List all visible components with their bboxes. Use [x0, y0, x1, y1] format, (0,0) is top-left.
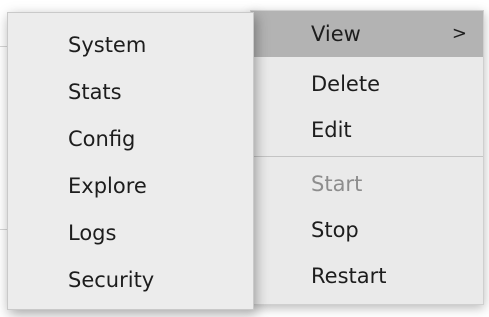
menu-item-label: Start [311, 172, 363, 196]
menu-item-restart[interactable]: Restart [251, 253, 483, 299]
menu-item-label: Edit [311, 118, 352, 142]
submenu: System Stats Config Explore Logs Securit… [7, 12, 254, 310]
menu-item-label: Config [68, 127, 136, 151]
submenu-item-stats[interactable]: Stats [8, 68, 253, 116]
chevron-right-icon: > [451, 23, 467, 44]
menu-item-label: Delete [311, 72, 380, 96]
menu-item-edit[interactable]: Edit [251, 107, 483, 153]
menu-item-label: System [68, 33, 147, 57]
menu-item-label: Security [68, 268, 155, 292]
menu-item-label: View [311, 22, 361, 46]
submenu-item-system[interactable]: System [8, 21, 253, 69]
submenu-item-config[interactable]: Config [8, 115, 253, 163]
menu-item-start: Start [251, 161, 483, 207]
submenu-item-security[interactable]: Security [8, 256, 253, 304]
menu-item-delete[interactable]: Delete [251, 61, 483, 107]
menu-item-stop[interactable]: Stop [251, 207, 483, 253]
submenu-item-explore[interactable]: Explore [8, 162, 253, 210]
submenu-item-logs[interactable]: Logs [8, 209, 253, 257]
menu-item-label: Stats [68, 80, 122, 104]
menu-item-view[interactable]: View > [251, 11, 483, 57]
menu-item-label: Explore [68, 174, 147, 198]
menu-item-label: Restart [311, 264, 387, 288]
menu-separator [251, 156, 483, 157]
context-menu: View > Delete Edit Start Stop Restart [250, 10, 484, 305]
menu-item-label: Logs [68, 221, 117, 245]
menu-item-label: Stop [311, 218, 359, 242]
